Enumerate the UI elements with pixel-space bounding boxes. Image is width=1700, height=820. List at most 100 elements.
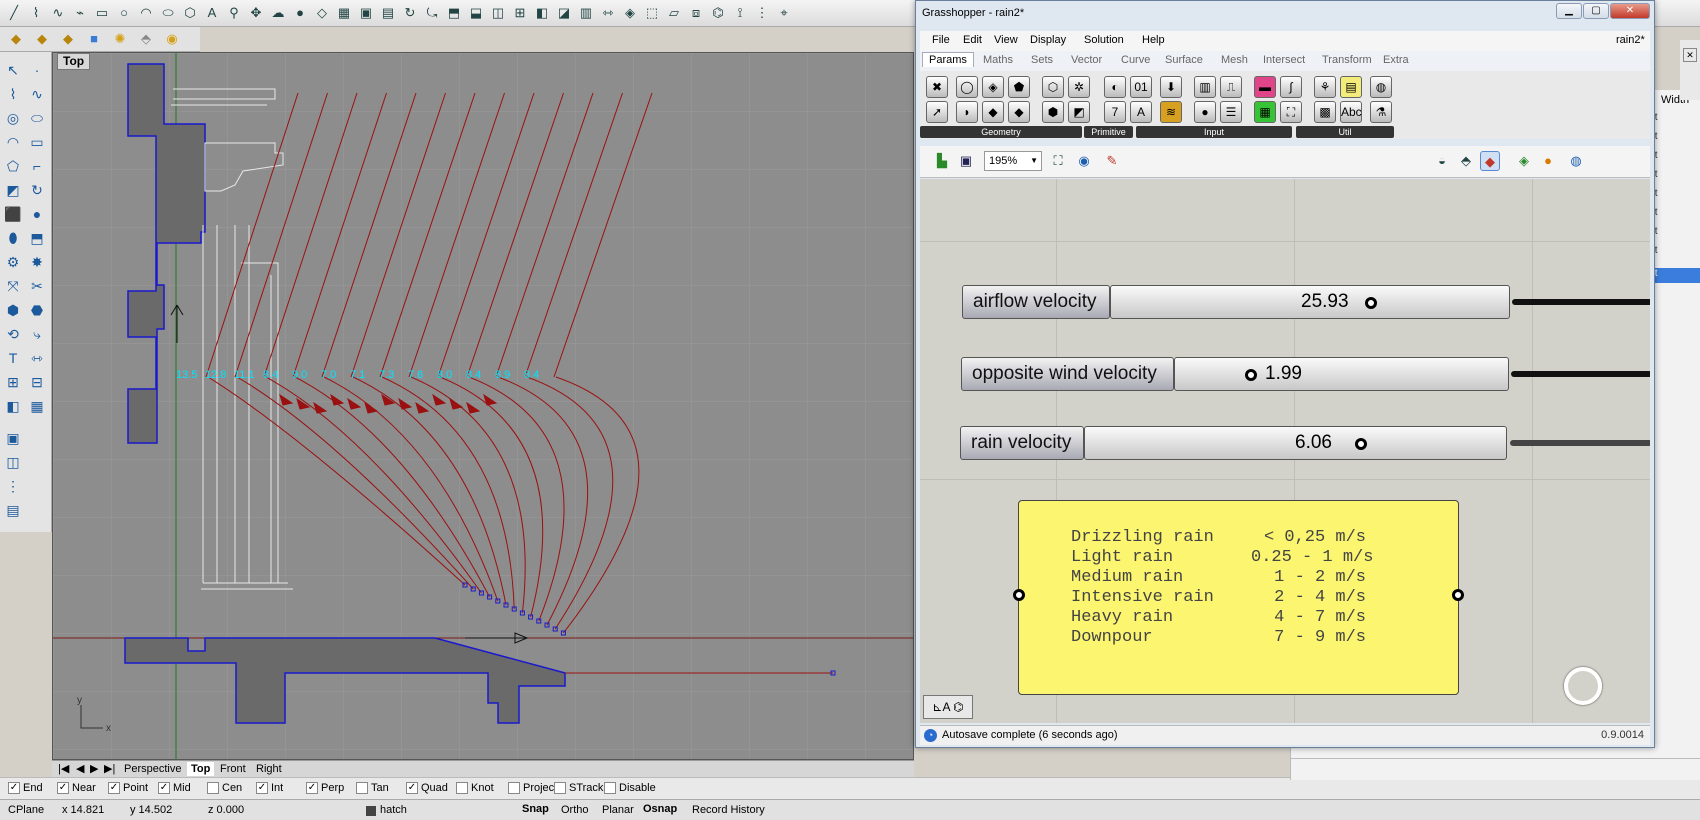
geometry-param-icon[interactable]: ⬡ xyxy=(1042,76,1064,98)
group-label-util[interactable]: Util xyxy=(1296,126,1394,138)
tab-extra[interactable]: Extra xyxy=(1383,54,1409,66)
image-sampler-icon[interactable]: ⛶ xyxy=(1280,101,1302,123)
polygon-icon[interactable]: ⬡ xyxy=(180,3,200,23)
zoom-extents-icon[interactable]: ⛶ xyxy=(1048,151,1068,171)
loft-icon[interactable]: ⬓ xyxy=(466,3,486,23)
checkbox[interactable] xyxy=(604,782,616,794)
circle-icon[interactable]: ◎ xyxy=(3,108,23,128)
layer-name[interactable]: hatch xyxy=(380,804,407,816)
curve-icon[interactable]: ∿ xyxy=(48,3,68,23)
curve-icon[interactable]: ∿ xyxy=(27,84,47,104)
close-icon[interactable]: ✕ xyxy=(1683,48,1697,62)
split-icon[interactable]: ⊟ xyxy=(27,372,47,392)
slider-track[interactable]: 25.93 xyxy=(1110,285,1510,319)
group-label-input[interactable]: Input xyxy=(1136,126,1292,138)
tag-icon[interactable]: ◆ xyxy=(32,29,52,49)
transform-icon[interactable]: ⤧ xyxy=(3,276,23,296)
explode-icon[interactable]: ✸ xyxy=(27,252,47,272)
scribble-icon[interactable]: Abc xyxy=(1340,101,1362,123)
dimension-icon[interactable]: ⇿ xyxy=(27,348,47,368)
value-list-icon[interactable]: ☰ xyxy=(1220,101,1242,123)
tag-icon[interactable]: ◆ xyxy=(58,29,78,49)
checkbox[interactable]: ✓ xyxy=(8,782,20,794)
move-icon[interactable]: ✥ xyxy=(246,3,266,23)
ellipse-icon[interactable]: ⬭ xyxy=(27,108,47,128)
side-scroll[interactable]: ✕ xyxy=(1680,40,1700,100)
tab-params[interactable]: Params xyxy=(922,52,974,67)
toggle-icon[interactable]: ● xyxy=(1194,101,1216,123)
osnap-knot[interactable]: Knot xyxy=(456,782,494,794)
cube-icon[interactable]: ■ xyxy=(84,29,104,49)
checkbox[interactable]: ✓ xyxy=(256,782,268,794)
array-icon[interactable]: ⊞ xyxy=(3,372,23,392)
number-slider-icon[interactable]: ⎍ xyxy=(1220,76,1242,98)
extrude-icon[interactable]: ⬒ xyxy=(444,3,464,23)
flask-icon[interactable]: ⚗ xyxy=(1370,101,1392,123)
menu-edit[interactable]: Edit xyxy=(963,34,982,46)
slider-grip[interactable] xyxy=(1355,438,1367,450)
osnap-cen[interactable]: Cen xyxy=(207,782,242,794)
maximize-button[interactable]: ▢ xyxy=(1583,3,1609,19)
group-icon[interactable]: ⬢ xyxy=(3,300,23,320)
checkbox[interactable] xyxy=(508,782,520,794)
vector-param-icon[interactable]: ➚ xyxy=(926,101,948,123)
box-icon[interactable]: ▣ xyxy=(356,3,376,23)
menu-file[interactable]: File xyxy=(932,34,950,46)
last-view-icon[interactable]: ▶| xyxy=(100,762,119,776)
lightbulb-icon[interactable]: ◉ xyxy=(162,29,182,49)
tab-transform[interactable]: Transform xyxy=(1322,54,1372,66)
interpolate-icon[interactable]: ⌁ xyxy=(70,3,90,23)
tab-vector[interactable]: Vector xyxy=(1071,54,1102,66)
osnap-strack[interactable]: STrack xyxy=(554,782,603,794)
trim-icon[interactable]: ✂ xyxy=(27,276,47,296)
cage-icon[interactable]: ⧈ xyxy=(686,3,706,23)
tab-top[interactable]: Top xyxy=(187,762,215,776)
planar-toggle[interactable]: Planar xyxy=(602,804,634,816)
osnap-near[interactable]: ✓ Near xyxy=(57,782,96,794)
text-icon[interactable]: T xyxy=(3,348,23,368)
menu-view[interactable]: View xyxy=(994,34,1018,46)
osnap-mid[interactable]: ✓ Mid xyxy=(158,782,191,794)
osnap-end[interactable]: ✓ End xyxy=(8,782,43,794)
surface-param-icon[interactable]: ◆ xyxy=(982,101,1004,123)
menu-display[interactable]: Display xyxy=(1030,34,1066,46)
ortho-toggle[interactable]: Ortho xyxy=(561,804,589,816)
arc-icon[interactable]: ◠ xyxy=(3,132,23,152)
history-icon[interactable]: ⌬ xyxy=(708,3,728,23)
point-icon[interactable]: · xyxy=(27,60,47,80)
navigation-compass-icon[interactable] xyxy=(1564,667,1602,705)
zoom-select[interactable]: 195% ▼ xyxy=(984,151,1042,171)
panel-icon[interactable]: ▤ xyxy=(1340,76,1362,98)
revolve-icon[interactable]: ↻ xyxy=(27,180,47,200)
rhino-viewport[interactable]: 13.5 12.8 11.1 8.4 9.0 7.0 7.1 7.3 7.6 8.0 8.4 8.9 8… xyxy=(52,52,914,760)
snap-toggle[interactable]: Snap xyxy=(516,803,555,815)
graph-icon[interactable]: ≋ xyxy=(1160,101,1182,123)
plane-icon[interactable]: ▱ xyxy=(664,3,684,23)
line-icon[interactable]: ╱ xyxy=(4,3,24,23)
panel-output-grip[interactable] xyxy=(1452,589,1464,601)
text-icon[interactable]: A xyxy=(202,3,222,23)
calculator-icon[interactable]: ▥ xyxy=(1194,76,1216,98)
number-param-icon[interactable]: 7 xyxy=(1104,101,1126,123)
menu-solution[interactable]: Solution xyxy=(1084,34,1124,46)
jewel-icon[interactable]: ◍ xyxy=(1370,76,1392,98)
label-icon[interactable]: ⬘ xyxy=(136,29,156,49)
checkbox[interactable] xyxy=(356,782,368,794)
record-history-toggle[interactable]: Record History xyxy=(692,804,765,816)
solid-icon[interactable]: ◧ xyxy=(3,396,23,416)
mesh-param-icon[interactable]: ◆ xyxy=(1008,101,1030,123)
render-icon[interactable]: ◪ xyxy=(554,3,574,23)
transform-param-icon[interactable]: ◩ xyxy=(1068,101,1090,123)
checkbox[interactable]: ✓ xyxy=(406,782,418,794)
sweep-icon[interactable]: ⤿ xyxy=(422,3,442,23)
tab-mesh[interactable]: Mesh xyxy=(1221,54,1248,66)
surface-icon[interactable]: ◩ xyxy=(3,180,23,200)
polyline-icon[interactable]: ⌇ xyxy=(26,3,46,23)
arc-icon[interactable]: ◠ xyxy=(136,3,156,23)
distribute-icon[interactable]: ⋮ xyxy=(752,3,772,23)
mesh-icon[interactable]: ⊞ xyxy=(510,3,530,23)
slider-grip[interactable] xyxy=(1245,369,1257,381)
string-param-icon[interactable]: A xyxy=(1130,101,1152,123)
tag-icon[interactable]: ◆ xyxy=(6,29,26,49)
save-icon[interactable]: ▣ xyxy=(956,151,976,171)
